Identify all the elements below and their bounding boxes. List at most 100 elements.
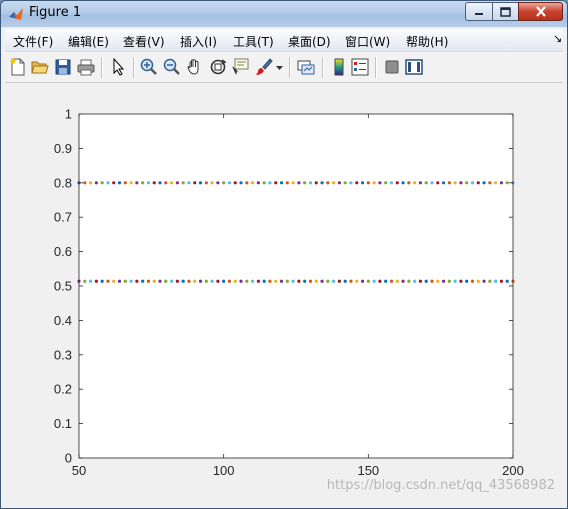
save-icon[interactable] — [54, 58, 72, 76]
menu-file[interactable]: 文件(F) — [13, 33, 53, 50]
data-point — [141, 181, 145, 185]
axes-background — [79, 114, 513, 458]
data-point — [123, 279, 127, 283]
data-point — [332, 279, 336, 283]
zoom-out-icon[interactable] — [163, 58, 181, 76]
data-point — [291, 181, 295, 185]
data-point — [158, 279, 162, 283]
link-plot-icon[interactable] — [297, 58, 315, 76]
data-point — [164, 181, 168, 185]
data-point — [251, 279, 255, 283]
data-point — [210, 279, 214, 283]
print-icon[interactable] — [77, 58, 95, 76]
data-point — [112, 181, 116, 185]
data-point — [129, 279, 133, 283]
data-point — [308, 279, 313, 283]
data-point — [378, 279, 382, 283]
data-point — [314, 181, 318, 185]
minimize-button[interactable] — [465, 2, 493, 21]
data-point — [193, 279, 197, 283]
data-cursor-icon[interactable] — [231, 58, 249, 76]
menu-tools[interactable]: 工具(T) — [233, 33, 274, 50]
rotate-3d-icon[interactable] — [209, 58, 227, 76]
data-point — [175, 181, 179, 185]
menu-view[interactable]: 查看(V) — [123, 33, 165, 50]
data-point — [204, 181, 208, 185]
data-point — [349, 279, 353, 283]
hide-plot-tools-icon[interactable] — [383, 58, 401, 76]
x-tick-label: 50 — [72, 463, 86, 478]
legend-icon[interactable] — [351, 58, 369, 76]
maximize-button[interactable] — [492, 2, 519, 21]
zoom-in-icon[interactable] — [140, 58, 158, 76]
data-point — [447, 181, 451, 185]
data-point — [482, 181, 486, 185]
data-point — [285, 181, 289, 185]
brush-icon[interactable] — [255, 58, 273, 76]
data-point — [465, 181, 469, 185]
matlab-logo-icon — [9, 8, 23, 20]
data-point — [135, 279, 139, 283]
data-point — [100, 181, 104, 185]
data-point — [256, 279, 260, 283]
minimize-icon — [475, 12, 483, 15]
y-tick-label: 1 — [65, 107, 72, 122]
data-point — [337, 181, 341, 185]
data-point — [245, 181, 249, 185]
y-tick-label: 0.4 — [54, 313, 72, 328]
data-point — [326, 181, 330, 185]
data-point — [94, 279, 98, 283]
data-point — [152, 279, 156, 283]
show-plot-tools-icon[interactable] — [405, 58, 423, 76]
data-point — [181, 181, 185, 185]
data-point — [413, 181, 417, 185]
title-bar[interactable]: Figure 1 — [1, 1, 567, 27]
data-point — [245, 279, 249, 283]
data-point — [169, 181, 174, 185]
data-point — [88, 181, 93, 185]
brush-dropdown-icon[interactable] — [275, 58, 284, 76]
data-point — [424, 181, 428, 185]
menu-desktop[interactable]: 桌面(D) — [288, 33, 331, 50]
data-point — [106, 181, 110, 185]
new-figure-icon[interactable] — [9, 58, 27, 76]
data-point — [303, 181, 307, 185]
data-point — [308, 181, 313, 185]
data-point — [430, 279, 434, 283]
menu-help[interactable]: 帮助(H) — [406, 33, 448, 50]
menu-window[interactable]: 窗口(W) — [345, 33, 390, 50]
data-point — [158, 181, 162, 185]
maximize-icon — [500, 6, 511, 17]
data-point — [175, 279, 179, 283]
plot-axes[interactable]: 00.10.20.30.40.50.60.70.80.9150 100 150 200 — [5, 83, 563, 503]
menu-edit[interactable]: 编辑(E) — [68, 33, 109, 50]
data-point — [343, 279, 347, 283]
data-point — [83, 181, 87, 185]
data-point — [424, 279, 428, 283]
open-file-icon[interactable] — [31, 58, 49, 76]
data-point — [343, 181, 347, 185]
menu-insert[interactable]: 插入(I) — [180, 33, 217, 50]
data-point — [430, 181, 434, 185]
select-arrow-icon[interactable] — [110, 58, 128, 76]
y-tick-label: 0.1 — [54, 416, 72, 431]
data-point — [268, 181, 272, 185]
colorbar-icon[interactable] — [330, 58, 348, 76]
data-point — [297, 181, 301, 185]
data-point — [164, 279, 168, 283]
pan-hand-icon[interactable] — [186, 58, 204, 76]
close-button[interactable] — [518, 2, 563, 21]
data-point — [239, 181, 243, 185]
data-point — [494, 279, 498, 283]
data-point — [499, 181, 504, 185]
data-point — [216, 181, 220, 185]
data-point — [395, 181, 399, 185]
data-point — [135, 181, 139, 185]
data-point — [441, 279, 446, 283]
menu-overflow-arrow[interactable]: ↘ — [553, 32, 562, 45]
data-point — [291, 279, 295, 283]
data-point — [505, 279, 509, 283]
x-tick-label: 100 — [213, 463, 235, 478]
x-tick-label: 200 — [502, 463, 524, 478]
figure-window: Figure 1 文件(F) 编辑(E) 查看(V) 插入(I) 工具(T) 桌… — [0, 0, 568, 509]
